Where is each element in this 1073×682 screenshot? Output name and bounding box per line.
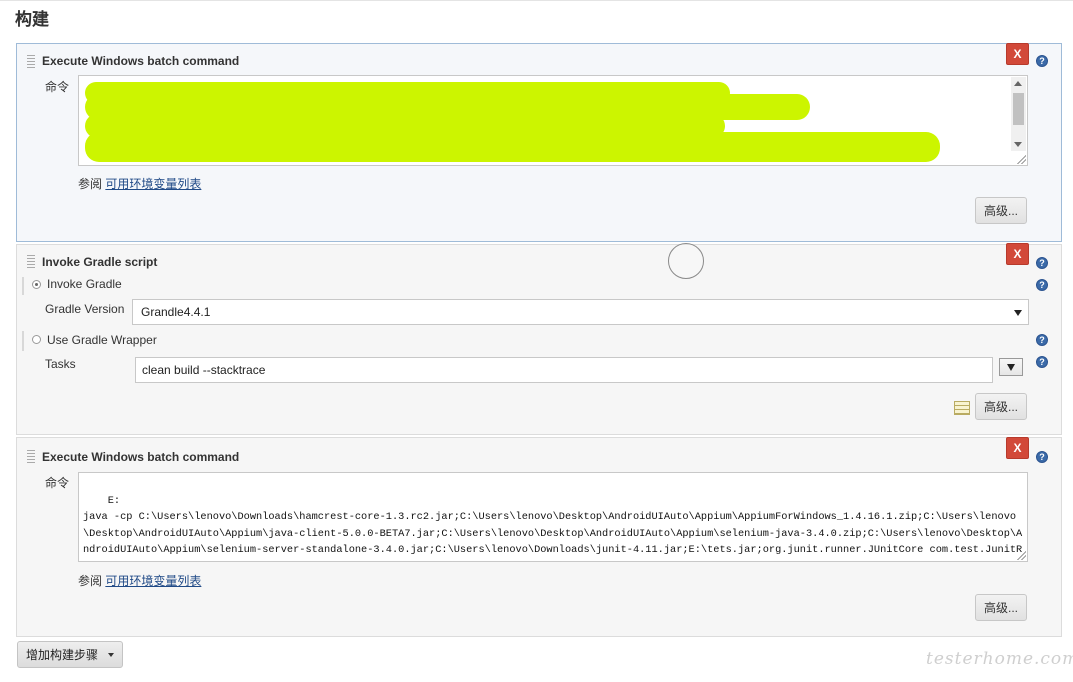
env-vars-link[interactable]: 可用环境变量列表: [105, 574, 201, 588]
top-divider: [0, 0, 1073, 1]
command-label: 命令: [45, 476, 70, 490]
use-gradle-wrapper-label: Use Gradle Wrapper: [47, 333, 157, 347]
help-icon[interactable]: ?: [1036, 451, 1048, 463]
help-icon[interactable]: ?: [1036, 334, 1048, 346]
help-icon[interactable]: ?: [1036, 356, 1048, 368]
delete-step-button[interactable]: X: [1006, 43, 1029, 65]
advanced-button[interactable]: 高级...: [975, 197, 1027, 224]
help-icon[interactable]: ?: [1036, 279, 1048, 291]
advanced-button[interactable]: 高级...: [975, 393, 1027, 420]
command-textarea[interactable]: E: java -cp C:\Users\lenovo\Downloads\ha…: [78, 472, 1028, 562]
tasks-label: Tasks: [45, 357, 76, 371]
resize-grip-icon[interactable]: [1016, 154, 1026, 164]
build-step-batch-1: Execute Windows batch command 命令 参阅 可用环境…: [16, 43, 1062, 242]
drag-handle[interactable]: [27, 55, 35, 69]
chevron-down-icon: [1014, 310, 1022, 316]
command-label: 命令: [45, 80, 70, 94]
help-icon[interactable]: ?: [1036, 55, 1048, 67]
drag-handle[interactable]: [27, 255, 35, 269]
tasks-expand-button[interactable]: [999, 358, 1023, 376]
help-icon[interactable]: ?: [1036, 257, 1048, 269]
option-bar: [22, 331, 24, 351]
build-step-gradle: Invoke Gradle script Invoke Gradle Gradl…: [16, 244, 1062, 435]
loading-spinner-icon: [668, 243, 704, 279]
step-title: Execute Windows batch command: [42, 54, 240, 68]
step-title: Invoke Gradle script: [42, 255, 158, 269]
invoke-gradle-label: Invoke Gradle: [47, 277, 122, 291]
delete-step-button[interactable]: X: [1006, 437, 1029, 459]
redaction-mark: [85, 132, 940, 162]
drag-handle[interactable]: [27, 450, 35, 464]
advanced-button[interactable]: 高级...: [975, 594, 1027, 621]
watermark: testerhome.com: [926, 649, 1073, 669]
invoke-gradle-radio[interactable]: [32, 280, 41, 289]
step-title: Execute Windows batch command: [42, 450, 240, 464]
scroll-down-icon[interactable]: [1014, 142, 1022, 147]
notepad-icon[interactable]: [954, 401, 970, 415]
env-vars-link[interactable]: 可用环境变量列表: [105, 177, 201, 191]
build-step-batch-2: Execute Windows batch command 命令 E: java…: [16, 437, 1062, 637]
use-gradle-wrapper-radio[interactable]: [32, 335, 41, 344]
add-build-step-button[interactable]: 增加构建步骤: [17, 641, 124, 668]
scroll-thumb[interactable]: [1013, 93, 1024, 125]
section-title: 构建: [15, 10, 49, 29]
tasks-input[interactable]: clean build --stacktrace: [135, 357, 993, 383]
option-bar: [22, 277, 24, 295]
delete-step-button[interactable]: X: [1006, 243, 1029, 265]
caret-down-icon: [108, 652, 115, 657]
gradle-version-select[interactable]: Grandle4.4.1: [132, 299, 1029, 325]
resize-grip-icon[interactable]: [1016, 550, 1026, 560]
see-also: 参阅 可用环境变量列表: [78, 574, 202, 588]
gradle-version-label: Gradle Version: [45, 302, 125, 316]
textarea-scrollbar[interactable]: [1011, 77, 1026, 151]
scroll-up-icon[interactable]: [1014, 81, 1022, 86]
see-also: 参阅 可用环境变量列表: [78, 177, 202, 191]
command-textarea[interactable]: [78, 75, 1028, 166]
